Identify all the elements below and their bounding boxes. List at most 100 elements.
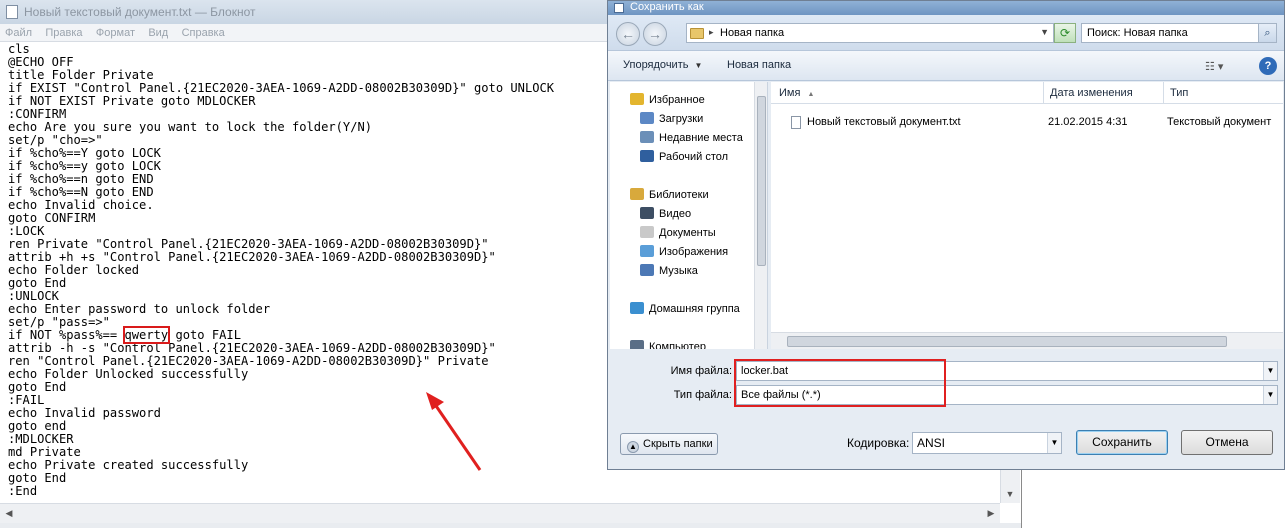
encoding-select[interactable]: ANSI ▼ [912, 432, 1062, 454]
file-type: Текстовый документ [1167, 116, 1272, 128]
nav-item[interactable]: Компьютер [630, 338, 706, 349]
menu-help[interactable]: Справка [177, 24, 230, 42]
column-type[interactable]: Тип [1163, 82, 1283, 104]
code-text: if NOT %pass%== [8, 328, 125, 342]
dialog-title: Сохранить как [630, 1, 704, 13]
nav-item-label: Загрузки [659, 113, 704, 125]
images-icon [640, 245, 654, 257]
homegroup-icon [630, 302, 644, 314]
nav-item-label: Изображения [659, 246, 729, 258]
nav-item[interactable]: Домашняя группа [630, 300, 740, 318]
code-text: goto FAIL [168, 328, 241, 342]
music-icon [640, 264, 654, 276]
code-line: :End [8, 484, 38, 498]
nav-item-label: Видео [659, 208, 692, 220]
sort-up-icon: ▲ [807, 91, 815, 98]
column-name[interactable]: Имя ▲ [773, 82, 1043, 104]
password-highlight: qwerty [122, 326, 171, 344]
recent-places-icon [640, 131, 654, 143]
views-icon[interactable]: ☷ ▾ [1205, 60, 1223, 73]
encoding-value: ANSI [917, 436, 946, 450]
dialog-icon [614, 3, 624, 13]
chevron-down-icon: ▼ [694, 61, 703, 70]
notepad-horizontal-scrollbar[interactable]: ◀ ▶ [0, 503, 1000, 523]
new-folder-button[interactable]: Новая папка [727, 59, 791, 71]
dialog-title-bar[interactable]: Сохранить как [608, 1, 1284, 15]
nav-item[interactable]: Документы [640, 224, 716, 242]
filename-label: Имя файла: [670, 365, 732, 377]
organize-label: Упорядочить [623, 59, 689, 71]
menu-format[interactable]: Формат [91, 24, 140, 42]
chevron-up-icon: ▲ [627, 441, 639, 453]
nav-item-label: Компьютер [649, 341, 706, 349]
column-date[interactable]: Дата изменения [1043, 82, 1163, 104]
refresh-icon[interactable]: ⟳ [1054, 23, 1076, 43]
filetype-label: Тип файла: [673, 389, 732, 401]
nav-item[interactable]: Рабочий стол [640, 148, 728, 166]
file-name: Новый текстовый документ.txt [807, 116, 961, 128]
documents-icon [640, 226, 654, 238]
scrollbar-thumb[interactable] [787, 336, 1227, 347]
search-icon[interactable]: ⌕ [1258, 24, 1276, 42]
forward-arrow-icon[interactable]: → [643, 22, 667, 46]
nav-item[interactable]: Загрузки [640, 110, 703, 128]
chevron-down-icon[interactable]: ▼ [1263, 386, 1277, 404]
nav-item[interactable]: Избранное [630, 91, 705, 109]
text-file-icon [791, 116, 801, 132]
navigation-pane: Избранное Загрузки Недавние места Рабочий с… [610, 82, 768, 349]
nav-item[interactable]: Изображения [640, 243, 728, 261]
nav-item[interactable]: Библиотеки [630, 186, 709, 204]
downloads-folder-icon [640, 112, 654, 124]
nav-pane-scrollbar[interactable] [754, 82, 767, 349]
nav-item[interactable]: Недавние места [640, 129, 743, 147]
address-path[interactable]: Новая папка [720, 27, 784, 39]
column-name-label: Имя [779, 87, 801, 99]
file-list-horizontal-scrollbar[interactable] [771, 332, 1283, 349]
save-as-dialog: Сохранить как ← → ▸ Новая папка ▼ ⟳ Поис… [607, 0, 1285, 470]
cancel-button[interactable]: Отмена [1181, 430, 1273, 455]
star-icon [630, 93, 644, 105]
search-placeholder: Поиск: Новая папка [1087, 27, 1188, 39]
help-icon[interactable]: ? [1259, 57, 1277, 75]
search-input[interactable]: Поиск: Новая папка ⌕ [1081, 23, 1277, 43]
organize-button[interactable]: Упорядочить ▼ [623, 59, 702, 71]
nav-item[interactable]: Музыка [640, 262, 698, 280]
chevron-down-icon[interactable]: ▼ [1047, 433, 1061, 453]
nav-item-label: Домашняя группа [649, 303, 740, 315]
nav-item-label: Музыка [659, 265, 698, 277]
scrollbar-thumb[interactable] [757, 96, 766, 266]
scroll-down-icon[interactable]: ▼ [1001, 485, 1019, 503]
file-list-header: Имя ▲ Дата изменения Тип [771, 82, 1283, 104]
back-arrow-icon[interactable]: ← [616, 22, 640, 46]
nav-item-label: Библиотеки [649, 189, 709, 201]
nav-item-label: Недавние места [659, 132, 743, 144]
hide-folders-label: Скрыть папки [643, 438, 713, 450]
red-arrow-annotation [426, 392, 482, 471]
menu-file[interactable]: Файл [0, 24, 37, 42]
hide-folders-button[interactable]: ▲ Скрыть папки [620, 433, 718, 455]
scroll-right-icon[interactable]: ▶ [982, 504, 1000, 522]
scroll-left-icon[interactable]: ◀ [0, 504, 18, 522]
folder-icon [690, 28, 704, 39]
libraries-icon [630, 188, 644, 200]
video-icon [640, 207, 654, 219]
save-button[interactable]: Сохранить [1076, 430, 1168, 455]
computer-icon [630, 340, 644, 349]
nav-item[interactable]: Видео [640, 205, 691, 223]
notepad-status-strip [0, 523, 1021, 528]
nav-item-label: Избранное [649, 94, 705, 106]
nav-item-label: Рабочий стол [659, 151, 729, 163]
notepad-title: Новый текстовый документ.txt — Блокнот [24, 5, 256, 19]
chevron-right-icon[interactable]: ▸ [709, 27, 714, 38]
chevron-down-icon[interactable]: ▼ [1040, 27, 1049, 37]
dialog-toolbar: Упорядочить ▼ Новая папка ☷ ▾ ? [608, 51, 1284, 81]
background-area [1022, 470, 1285, 528]
menu-view[interactable]: Вид [143, 24, 173, 42]
address-bar[interactable]: ▸ Новая папка ▼ [686, 23, 1054, 43]
code-line: goto End [8, 471, 67, 485]
notepad-icon [6, 5, 18, 19]
file-date: 21.02.2015 4:31 [1048, 116, 1128, 128]
nav-item-label: Документы [659, 227, 716, 239]
chevron-down-icon[interactable]: ▼ [1263, 362, 1277, 380]
menu-edit[interactable]: Правка [40, 24, 87, 42]
